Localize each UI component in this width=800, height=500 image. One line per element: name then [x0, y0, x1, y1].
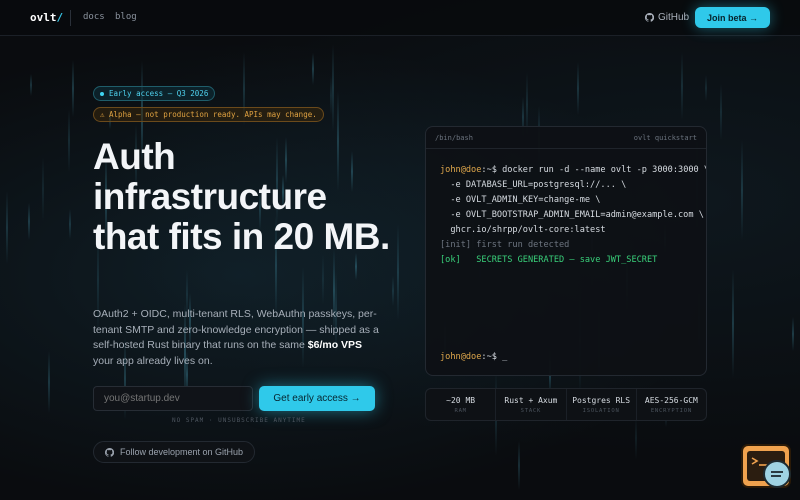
background-streak	[28, 203, 31, 240]
background-streak	[740, 140, 743, 240]
terminal-arg-line: -e OVLT_ADMIN_KEY=change-me \	[440, 195, 601, 205]
background-streak	[41, 157, 44, 222]
background-streak	[392, 275, 395, 306]
terminal-arg-line: ghcr.io/shrpp/ovlt-core:latest	[440, 225, 606, 235]
alpha-warning-badge: ⚠ Alpha — not production ready. APIs may…	[93, 107, 324, 122]
background-streak	[5, 191, 8, 264]
background-streak	[29, 74, 32, 97]
nav-link-blog[interactable]: blog	[115, 12, 137, 22]
terminal-shell-label: /bin/bash	[435, 134, 473, 142]
background-streak	[720, 84, 723, 141]
background-streak	[331, 43, 334, 132]
terminal-prompt-line: john@doe:~$ _	[440, 352, 508, 362]
email-input[interactable]	[93, 386, 253, 411]
background-streak	[792, 316, 795, 351]
terminal-command-line: john@doe:~$ docker run -d --name ovlt -p…	[440, 165, 707, 175]
terminal-arg-line: -e DATABASE_URL=postgresql://... \	[440, 180, 627, 190]
background-streak	[48, 351, 51, 413]
logo[interactable]: ovlt/	[30, 11, 63, 24]
hero-subtitle: OAuth2 + OIDC, multi-tenant RLS, WebAuth…	[93, 308, 379, 367]
stat-ram: ~20 MB RAM	[426, 389, 497, 420]
stats-bar: ~20 MB RAM Rust + Axum STACK Postgres RLS I…	[425, 388, 707, 421]
early-access-badge: Early access — Q3 2026	[93, 86, 216, 101]
github-icon	[645, 13, 654, 22]
github-link[interactable]: GitHub	[645, 12, 689, 23]
stat-encryption: AES-256-GCM ENCRYPTION	[644, 396, 698, 414]
terminal-init-line: [init] first run detected	[440, 240, 570, 250]
background-streak	[329, 76, 332, 116]
follow-github-button[interactable]: Follow development on GitHub	[93, 441, 255, 463]
terminal-arg-line: -e OVLT_BOOTSTRAP_ADMIN_EMAIL=admin@exam…	[440, 210, 704, 220]
background-streak	[69, 209, 72, 240]
stat-stack: Rust + Axum STACK	[496, 389, 567, 420]
hero-headline: Auth infrastructure that fits in 20 MB.	[93, 136, 390, 257]
top-nav: ovlt/ docs blog GitHub Join beta →	[0, 0, 800, 36]
background-streak	[704, 74, 707, 101]
background-streak	[517, 441, 520, 491]
github-link-label: GitHub	[658, 12, 690, 23]
terminal-window: /bin/bash ovlt quickstart john@doe:~$ do…	[425, 126, 707, 376]
background-streak	[68, 108, 71, 173]
nav-divider	[70, 10, 71, 26]
early-access-label: Early access — Q3 2026	[109, 89, 209, 98]
terminal-ok-line: [ok] SECRETS GENERATED — save JWT_SECRET	[440, 255, 658, 265]
status-dot-icon	[100, 91, 104, 96]
get-early-access-button[interactable]: Get early access →	[259, 386, 375, 411]
background-streak	[396, 224, 399, 320]
nav-link-docs[interactable]: docs	[83, 12, 105, 22]
terminal-titlebar: /bin/bash ovlt quickstart	[426, 127, 706, 149]
stat-isolation: Postgres RLS ISOLATION	[567, 389, 637, 420]
terminal-title: ovlt quickstart	[633, 134, 697, 142]
price-highlight: $6/mo VPS	[307, 339, 363, 351]
background-streak	[321, 254, 324, 304]
join-beta-button[interactable]: Join beta →	[695, 7, 770, 28]
chat-bubble-icon	[763, 460, 791, 488]
background-streak	[731, 268, 734, 379]
github-icon	[105, 447, 114, 457]
background-streak	[72, 60, 75, 118]
background-streak	[680, 52, 683, 121]
follow-github-label: Follow development on GitHub	[119, 447, 244, 457]
no-spam-note: NO SPAM · UNSUBSCRIBE ANYTIME	[172, 417, 306, 424]
feedback-widget-icon[interactable]	[741, 444, 791, 488]
background-streak	[634, 416, 637, 461]
background-streak	[312, 53, 315, 85]
background-streak	[577, 61, 580, 115]
